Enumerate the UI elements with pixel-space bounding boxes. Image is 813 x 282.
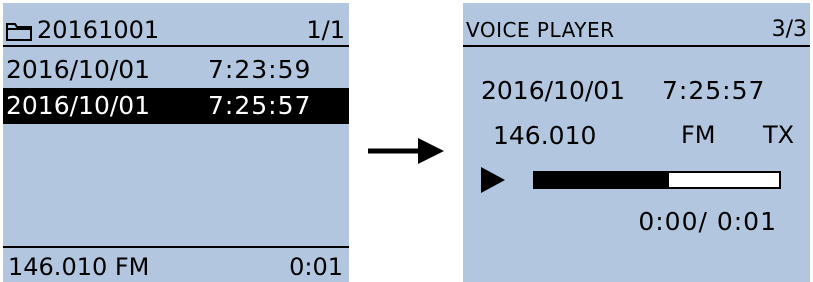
file-time: 7:23:59	[208, 55, 312, 84]
page-indicator: 1/1	[306, 16, 345, 44]
recording-date: 2016/10/01	[481, 76, 626, 105]
footer-duration: 0:01	[289, 253, 343, 281]
recording-frequency: 146.010	[493, 121, 597, 150]
play-icon	[481, 167, 505, 193]
folder-name: 20161001	[37, 16, 160, 44]
file-time: 7:25:57	[208, 91, 312, 120]
recording-mode: FM	[681, 121, 716, 149]
playback-progress-bar[interactable]	[533, 171, 781, 189]
file-list-header: 20161001 1/1	[3, 15, 349, 47]
player-title: VOICE PLAYER	[466, 18, 615, 42]
recording-direction: TX	[763, 121, 795, 149]
file-list-screen: 20161001 1/1 2016/10/01 7:23:59 2016/10/…	[3, 3, 349, 282]
page-indicator: 3/3	[771, 17, 807, 42]
playback-progress-fill	[535, 173, 670, 187]
file-date: 2016/10/01	[6, 91, 151, 120]
playback-time: 0:00/ 0:01	[638, 207, 777, 236]
voice-player-header: VOICE PLAYER 3/3	[463, 15, 810, 47]
voice-player-screen: VOICE PLAYER 3/3 2016/10/01 7:25:57 146.…	[463, 3, 810, 282]
right-arrow-icon	[368, 138, 444, 164]
file-list-item-selected[interactable]: 2016/10/01 7:25:57	[3, 88, 349, 124]
file-list-footer: 146.010 FM 0:01	[3, 246, 349, 282]
file-date: 2016/10/01	[6, 55, 151, 84]
recording-time: 7:25:57	[662, 76, 766, 105]
folder-icon	[6, 23, 32, 41]
footer-frequency-mode: 146.010 FM	[8, 253, 150, 281]
file-list-item[interactable]: 2016/10/01 7:23:59	[3, 52, 349, 88]
